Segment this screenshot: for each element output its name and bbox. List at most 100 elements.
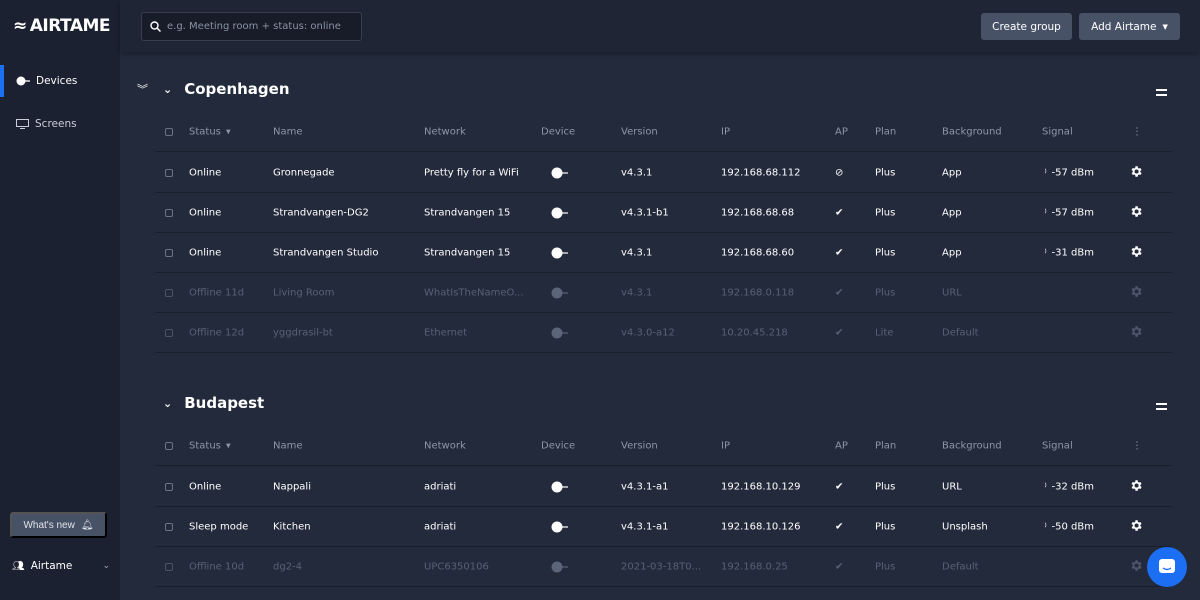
device-icon [551,247,568,258]
column-version[interactable]: Version [621,126,658,137]
row-checkbox[interactable] [165,328,173,337]
signal: ◝ -57 dBm [1038,207,1094,218]
gear-icon[interactable] [1129,204,1143,221]
select-all-checkbox[interactable] [165,127,173,136]
column-device[interactable]: Device [541,126,575,137]
version: 2021-03-18T0... [621,561,702,572]
device-name[interactable]: Strandvangen-DG2 [273,207,369,218]
airtame-logo[interactable]: ≈ AIRTAME [13,16,111,36]
column-device[interactable]: Device [541,440,575,451]
column-ap[interactable]: AP [835,440,848,451]
row-checkbox[interactable] [165,168,173,177]
plan: Plus [875,561,896,572]
create-group-button[interactable]: Create group [981,13,1072,40]
column-network[interactable]: Network [424,126,466,137]
table-row[interactable]: Offline 10d dg2-4 UPC6350106 2021-03-18T0..… [155,547,1172,587]
chevron-down-icon: ⌄ [163,82,173,96]
device-name[interactable]: Kitchen [273,521,311,532]
column-version[interactable]: Version [621,440,658,451]
column-background[interactable]: Background [942,440,1002,451]
column-name[interactable]: Name [273,126,303,137]
gear-icon[interactable] [1129,324,1143,341]
check-icon: ✔ [835,207,844,218]
group-header[interactable]: ⌄ Budapest [163,394,264,412]
gear-icon[interactable] [1129,558,1143,575]
column-signal[interactable]: Signal [1042,440,1073,451]
check-icon: ✔ [835,521,844,532]
add-airtame-button[interactable]: Add Airtame ▼ [1079,13,1180,40]
column-ip[interactable]: IP [721,440,730,451]
table-row[interactable]: Online Gronnegade Pretty fly for a WiFi v4.… [155,153,1172,193]
ip: 192.168.0.25 [721,561,788,572]
gear-icon[interactable] [1129,478,1143,495]
gear-icon[interactable] [1129,284,1143,301]
device-name[interactable]: Strandvangen Studio [273,247,378,258]
column-signal[interactable]: Signal [1042,126,1073,137]
row-checkbox[interactable] [165,522,173,531]
device-icon [551,207,568,218]
network: UPC6350106 [424,561,489,572]
row-checkbox[interactable] [165,288,173,297]
row-checkbox[interactable] [165,248,173,257]
row-checkbox[interactable] [165,482,173,491]
network: Ethernet [424,327,468,338]
device-name[interactable]: dg2-4 [273,561,302,572]
device-offline-icon [551,287,568,298]
chat-button[interactable] [1147,547,1187,587]
column-status[interactable]: Status [189,440,221,451]
column-ap[interactable]: AP [835,126,848,137]
status: Offline 11d [189,287,245,298]
ip: 192.168.68.60 [721,247,795,258]
column-name[interactable]: Name [273,440,303,451]
device-icon [551,481,568,492]
network: Pretty fly for a WiFi [424,167,519,178]
sidebar-item-devices[interactable]: Devices [0,65,120,97]
table-header: Status Name Network Device Version IP AP Plan Ba… [155,426,1172,466]
whats-new-button[interactable]: What's new 🔔︎ [10,512,107,538]
version: v4.3.0-a12 [621,327,675,338]
device-name[interactable]: yggdrasil-bt [273,327,333,338]
plan: Plus [875,167,896,178]
group-menu-icon[interactable] [1156,403,1167,410]
ip: 192.168.10.129 [721,481,801,492]
status: Online [189,247,222,258]
column-options-icon[interactable]: ⋮ [1132,126,1142,137]
group-header[interactable]: ⌄ Copenhagen [163,80,290,98]
device-name[interactable]: Living Room [273,287,334,298]
device-name[interactable]: Gronnegade [273,167,335,178]
device-name[interactable]: Nappali [273,481,311,492]
column-ip[interactable]: IP [721,126,730,137]
table-row[interactable]: Offline 11d Living Room WhatIsTheNameO... v… [155,273,1172,313]
device-icon [551,521,568,532]
ip: 192.168.68.68 [721,207,795,218]
ip: 192.168.10.126 [721,521,801,532]
table-row[interactable]: Online Nappali adriati v4.3.1-a1 192.168.10.… [155,467,1172,507]
column-plan[interactable]: Plan [875,440,896,451]
version: v4.3.1 [621,287,653,298]
column-options-icon[interactable]: ⋮ [1132,440,1142,451]
table-row[interactable]: Online Strandvangen-DG2 Strandvangen 15 v4.… [155,193,1172,233]
background: URL [942,287,962,298]
row-checkbox[interactable] [165,562,173,571]
sidebar-item-screens[interactable]: Screens [0,108,120,140]
account-menu[interactable]: 👥︎ Airtame ⌄ [12,560,112,572]
search-input[interactable] [167,21,357,32]
column-background[interactable]: Background [942,126,1002,137]
group-menu-icon[interactable] [1156,89,1167,96]
search-box[interactable] [141,12,362,41]
check-icon: ✔ [835,327,844,338]
column-plan[interactable]: Plan [875,126,896,137]
background: App [942,167,962,178]
column-status[interactable]: Status [189,126,221,137]
gear-icon[interactable] [1129,164,1143,181]
gear-icon[interactable] [1129,518,1143,535]
top-bar: Create group Add Airtame▼ [120,0,1200,52]
column-network[interactable]: Network [424,440,466,451]
table-row[interactable]: Offline 12d yggdrasil-bt Ethernet v4.3.0-a1… [155,313,1172,353]
select-all-checkbox[interactable] [165,441,173,450]
gear-icon[interactable] [1129,244,1143,261]
row-checkbox[interactable] [165,208,173,217]
collapse-all-icon[interactable]: ︾ [137,81,148,97]
table-row[interactable]: Online Strandvangen Studio Strandvangen 15… [155,233,1172,273]
table-row[interactable]: Sleep mode Kitchen adriati v4.3.1-a1 192.168… [155,507,1172,547]
